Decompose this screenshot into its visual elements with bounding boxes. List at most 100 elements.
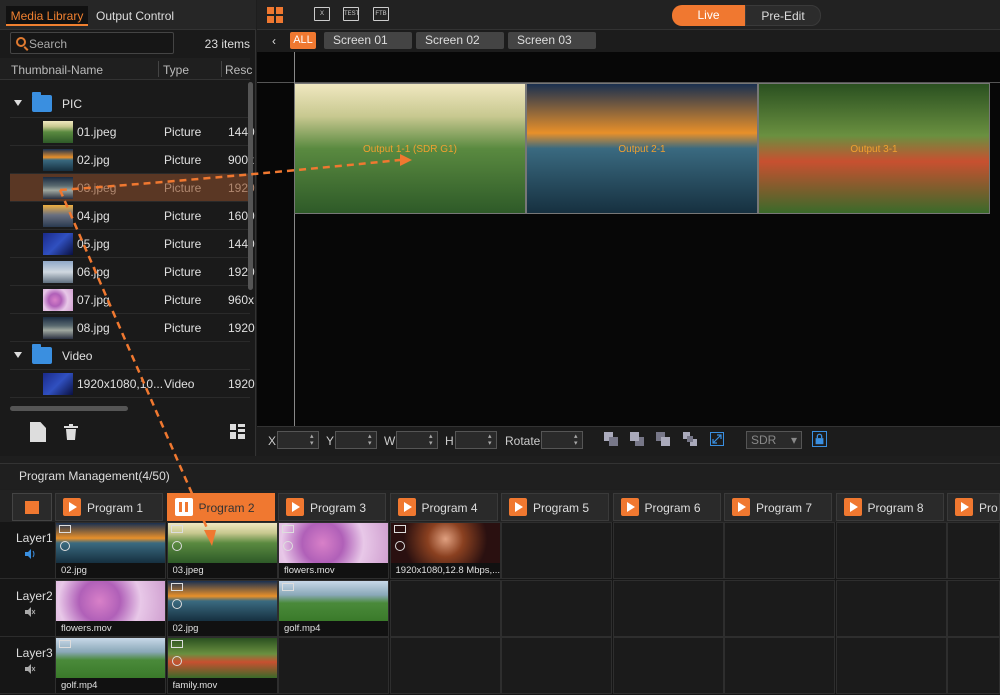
layout-icon[interactable] <box>267 7 283 23</box>
stop-button[interactable] <box>12 493 52 521</box>
screen-tab-02[interactable]: Screen 02 <box>416 32 504 49</box>
media-clip[interactable]: flowers.mov <box>56 580 165 636</box>
media-clip[interactable]: flowers.mov <box>279 523 388 578</box>
send-to-back-icon[interactable] <box>683 432 697 446</box>
play-icon[interactable] <box>732 498 750 516</box>
speaker-icon[interactable] <box>25 549 36 559</box>
layer-cell[interactable] <box>947 637 1000 694</box>
play-icon[interactable] <box>509 498 527 516</box>
column-type[interactable]: Type <box>163 63 189 77</box>
send-backward-icon[interactable] <box>656 432 670 446</box>
media-clip[interactable]: 02.jpg <box>167 580 277 636</box>
media-clip[interactable]: family.mov <box>167 638 277 693</box>
ftb-icon[interactable]: FTB <box>373 7 389 21</box>
layer-cell[interactable] <box>724 522 835 579</box>
layer-cell[interactable] <box>389 637 501 694</box>
program-tab-9[interactable]: Pro <box>947 493 1000 521</box>
layer-cell[interactable] <box>612 522 724 579</box>
media-item[interactable]: 08.jpg Picture 1920 <box>10 314 255 342</box>
layer-cell[interactable] <box>501 579 612 637</box>
layer-cell[interactable] <box>612 637 724 694</box>
list-view-icon[interactable] <box>230 424 245 439</box>
column-thumbnail-name[interactable]: Thumbnail-Name <box>11 63 103 77</box>
screen-tab-03[interactable]: Screen 03 <box>508 32 596 49</box>
layer-cell[interactable] <box>501 522 612 579</box>
layer-cell[interactable] <box>835 637 947 694</box>
media-clip[interactable]: 1920x1080,12.8 Mbps,... <box>390 523 500 578</box>
layer-cell[interactable] <box>501 637 612 694</box>
expand-triangle-icon[interactable] <box>14 100 22 106</box>
play-icon[interactable] <box>843 498 862 516</box>
media-clip[interactable]: golf.mp4 <box>56 638 165 693</box>
layer-header[interactable]: Layer1 <box>0 522 55 579</box>
screen-tab-all[interactable]: ALL <box>290 32 316 49</box>
search-input[interactable]: Search <box>10 32 174 54</box>
layer-cell[interactable] <box>947 579 1000 637</box>
program-tab-1[interactable]: Program 1 <box>55 493 163 521</box>
layer-cell[interactable] <box>724 579 835 637</box>
program-tab-4[interactable]: Program 4 <box>389 493 498 521</box>
output-window-1[interactable]: Output 1-1 (SDR G1) <box>294 83 526 214</box>
media-clip[interactable]: golf.mp4 <box>279 580 388 636</box>
media-clip[interactable]: 03.jpeg <box>167 523 277 578</box>
horizontal-scrollbar[interactable] <box>10 406 128 411</box>
lock-icon[interactable] <box>812 431 827 447</box>
trash-icon[interactable] <box>64 424 78 440</box>
program-tab-7[interactable]: Program 7 <box>724 493 832 521</box>
media-clip[interactable]: 02.jpg <box>56 523 165 578</box>
h-input[interactable] <box>455 431 497 449</box>
vertical-scrollbar[interactable] <box>248 82 253 290</box>
pre-edit-button[interactable]: Pre-Edit <box>745 5 821 26</box>
program-tab-2[interactable]: Program 2 <box>166 493 275 521</box>
black-screen-icon[interactable]: X <box>314 7 330 21</box>
column-resolution[interactable]: Resc <box>225 63 252 77</box>
layer-cell[interactable] <box>947 522 1000 579</box>
bring-to-front-icon[interactable] <box>604 432 618 446</box>
test-pattern-icon[interactable]: TEST <box>343 7 359 21</box>
play-icon[interactable] <box>397 498 416 516</box>
layer-cell[interactable] <box>724 637 835 694</box>
media-item[interactable]: 01.jpeg Picture 1440 <box>10 118 255 146</box>
folder-pic[interactable]: PIC <box>10 90 250 118</box>
rotate-input[interactable] <box>541 431 583 449</box>
layer-header[interactable]: Layer3 <box>0 637 55 694</box>
fullscreen-icon[interactable] <box>710 432 724 446</box>
layer-header[interactable]: Layer2 <box>0 580 55 637</box>
tab-media-library[interactable]: Media Library <box>6 6 88 26</box>
media-item[interactable]: 07.jpg Picture 960x <box>10 286 254 314</box>
media-item[interactable]: 04.jpg Picture 1600 <box>10 202 255 230</box>
media-item[interactable]: 03.jpeg Picture 1920 <box>10 174 255 202</box>
speaker-muted-icon[interactable] <box>25 664 36 674</box>
w-input[interactable] <box>396 431 438 449</box>
program-tab-5[interactable]: Program 5 <box>501 493 609 521</box>
y-input[interactable] <box>335 431 377 449</box>
play-icon[interactable] <box>955 498 973 516</box>
speaker-muted-icon[interactable] <box>25 606 36 617</box>
program-tab-6[interactable]: Program 6 <box>612 493 721 521</box>
layer-cell[interactable] <box>612 579 724 637</box>
program-tab-3[interactable]: Program 3 <box>278 493 386 521</box>
tab-output-control[interactable]: Output Control <box>96 6 174 26</box>
output-window-3[interactable]: Output 3-1 <box>758 83 990 214</box>
x-input[interactable] <box>277 431 319 449</box>
program-tab-8[interactable]: Program 8 <box>835 493 944 521</box>
layer-cell[interactable] <box>278 637 389 694</box>
media-item[interactable]: 1920x1080,10... Video 1920 <box>10 370 255 398</box>
layer-cell[interactable] <box>835 579 947 637</box>
sdr-select[interactable]: SDR ▾ <box>746 431 802 449</box>
media-item[interactable]: 05.jpg Picture 1440 <box>10 230 255 258</box>
media-item[interactable]: 02.jpg Picture 900x <box>10 146 254 174</box>
live-button[interactable]: Live <box>672 5 745 26</box>
screen-tab-01[interactable]: Screen 01 <box>324 32 412 49</box>
folder-video[interactable]: Video <box>10 342 250 370</box>
chevron-left-icon[interactable]: ‹ <box>272 34 276 48</box>
output-window-2[interactable]: Output 2-1 <box>526 83 758 214</box>
pause-icon[interactable] <box>174 498 193 516</box>
play-icon[interactable] <box>63 498 81 516</box>
bring-forward-icon[interactable] <box>630 432 644 446</box>
play-icon[interactable] <box>286 498 304 516</box>
expand-triangle-icon[interactable] <box>14 352 22 358</box>
play-icon[interactable] <box>620 498 639 516</box>
layer-cell[interactable] <box>389 579 501 637</box>
media-item[interactable]: 06.jpg Picture 1920 <box>10 258 255 286</box>
